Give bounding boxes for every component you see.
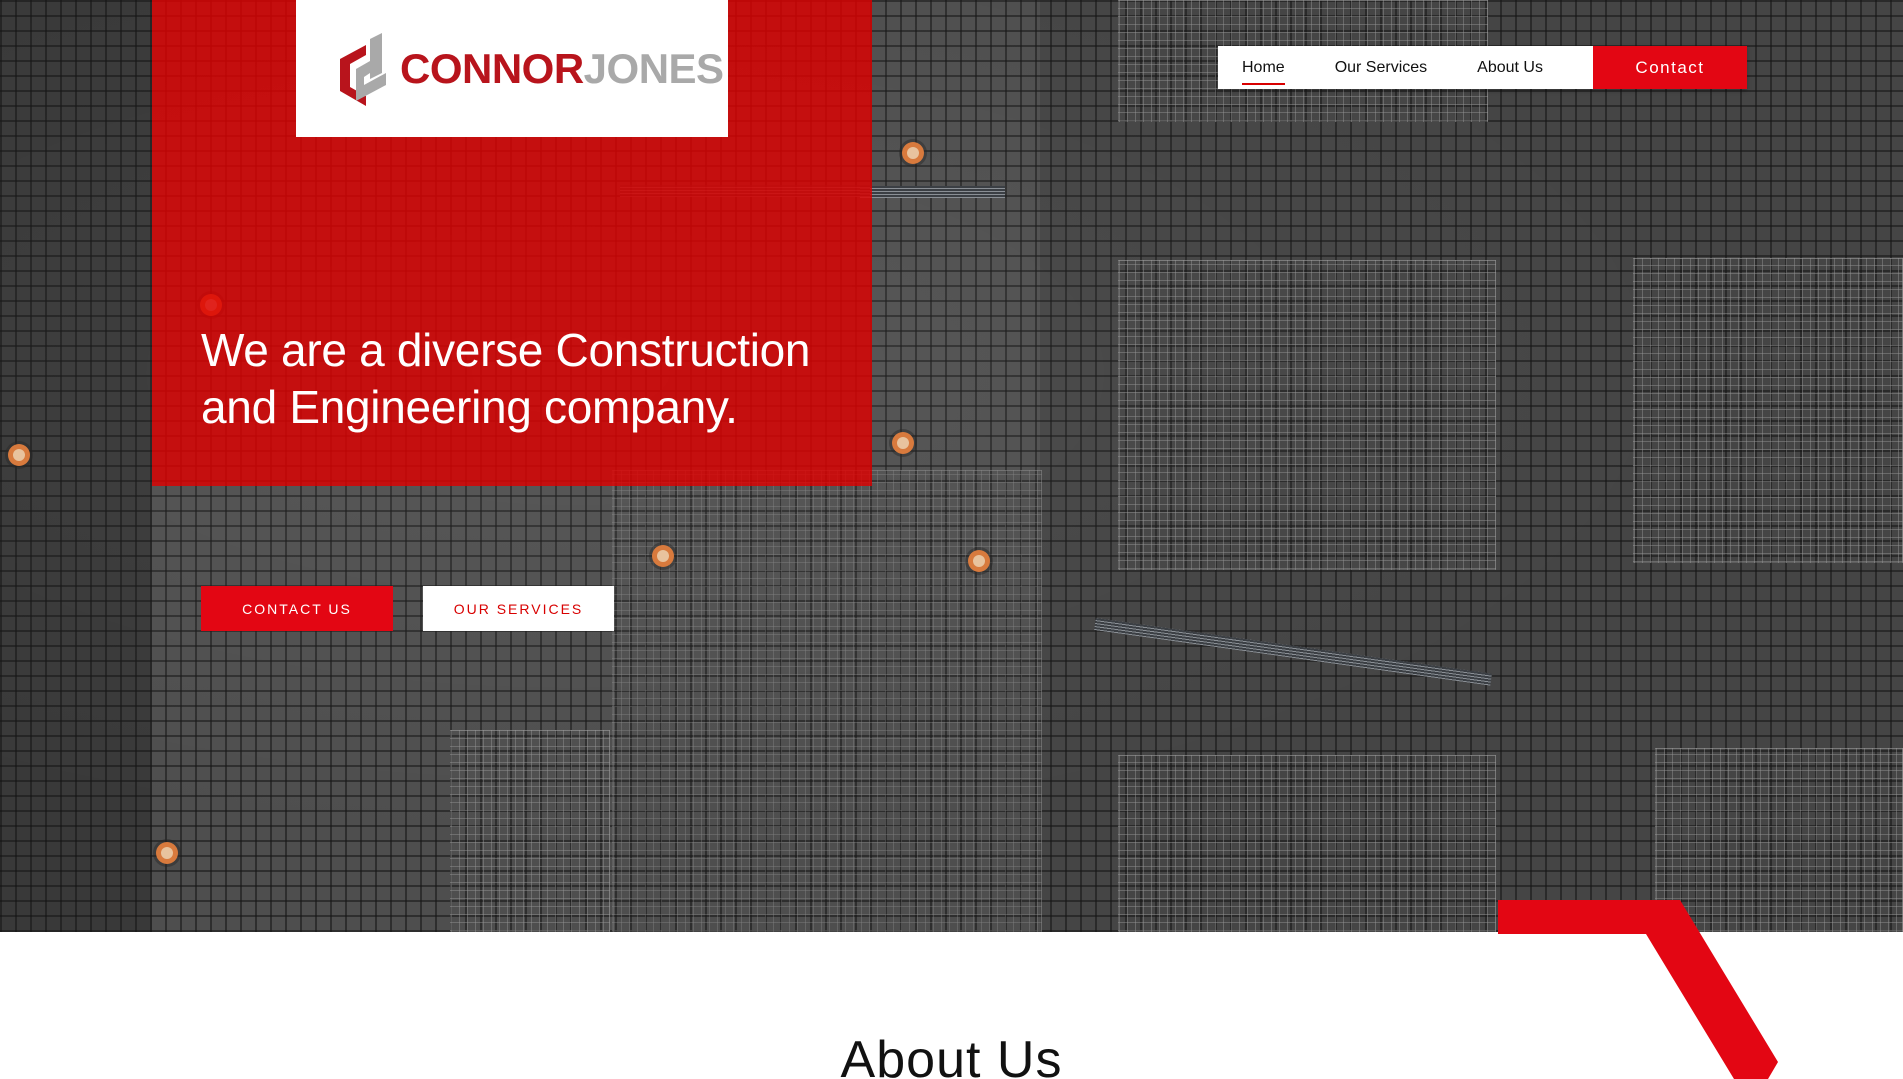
hero-mesh-panel: [450, 730, 610, 932]
hero-dark-area: [0, 0, 152, 932]
logo-mark-icon: [340, 32, 386, 106]
logo-text-primary: CONNOR: [400, 44, 584, 92]
worker-figure: [156, 842, 178, 864]
hero-mesh-panel: [1118, 260, 1496, 570]
hero-mesh-panel: [1633, 258, 1903, 563]
hero-headline-line1: We are a diverse Construction: [201, 324, 811, 376]
worker-figure: [968, 550, 990, 572]
worker-figure: [8, 444, 30, 466]
our-services-button[interactable]: OUR SERVICES: [423, 586, 614, 631]
hero-headline-line2: and Engineering company.: [201, 381, 738, 433]
nav-item-about-us[interactable]: About Us: [1477, 55, 1543, 81]
nav-links: Home Our Services About Us: [1218, 46, 1593, 89]
nav-item-home[interactable]: Home: [1242, 55, 1285, 85]
contact-us-button[interactable]: CONTACT US: [201, 586, 393, 631]
hero-mesh-panel: [612, 470, 1042, 932]
hero-section: We are a diverse Construction and Engine…: [0, 0, 1903, 932]
hero-headline: We are a diverse Construction and Engine…: [201, 322, 841, 436]
site-logo[interactable]: CONNORJONES: [296, 0, 728, 137]
logo-wordmark: CONNORJONES: [400, 45, 724, 93]
worker-figure: [892, 432, 914, 454]
nav-contact-button[interactable]: Contact: [1592, 46, 1747, 89]
rebar-bundle: [860, 186, 1005, 198]
worker-figure: [652, 545, 674, 567]
hero-mesh-panel: [1118, 755, 1496, 932]
about-section-title: About Us: [840, 1031, 1063, 1079]
worker-figure: [902, 142, 924, 164]
main-nav: Home Our Services About Us Contact: [1218, 46, 1747, 89]
nav-item-our-services[interactable]: Our Services: [1335, 55, 1427, 81]
logo-text-secondary: JONES: [583, 44, 724, 92]
